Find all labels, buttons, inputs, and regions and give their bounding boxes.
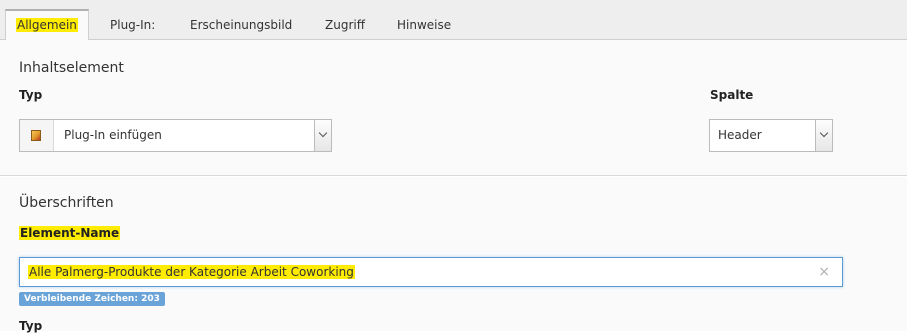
- element-name-label: Element-Name: [19, 226, 121, 240]
- section-ueberschriften: Überschriften Element-Name Alle Palmerg-…: [0, 177, 907, 333]
- spalte-label: Spalte: [710, 88, 754, 102]
- close-icon[interactable]: ×: [818, 264, 830, 280]
- element-name-label-text: Element-Name: [19, 226, 121, 240]
- typ-icon-box: [20, 120, 54, 151]
- section-inhaltselement: Inhaltselement Typ Spalte Plug-In einfüg…: [0, 40, 907, 176]
- tab-bar: Allgemein Plug-In: Erscheinungsbild Zugr…: [0, 0, 907, 41]
- typ-label: Typ: [19, 88, 43, 102]
- spalte-select[interactable]: Header: [709, 119, 833, 152]
- section-title: Überschriften: [19, 195, 114, 211]
- remaining-chars-badge: Verbleibende Zeichen: 203: [19, 292, 165, 306]
- section-title: Inhaltselement: [19, 60, 124, 76]
- tab-label: Plug-In:: [110, 18, 156, 32]
- typ-select[interactable]: Plug-In einfügen: [19, 119, 332, 152]
- element-name-value-text: Alle Palmerg-Produkte der Kategorie Arbe…: [28, 265, 355, 279]
- tab-label: Zugriff: [325, 18, 365, 32]
- tab-plug-in[interactable]: Plug-In:: [110, 10, 155, 40]
- tab-zugriff[interactable]: Zugriff: [325, 10, 365, 40]
- chevron-down-icon[interactable]: [815, 120, 832, 151]
- element-name-value: Alle Palmerg-Produkte der Kategorie Arbe…: [28, 265, 355, 279]
- element-name-input[interactable]: Alle Palmerg-Produkte der Kategorie Arbe…: [19, 257, 843, 287]
- typ-select-value: Plug-In einfügen: [64, 128, 162, 142]
- tab-hinweise[interactable]: Hinweise: [397, 10, 451, 40]
- cube-icon: [31, 130, 41, 141]
- tab-erscheinungsbild[interactable]: Erscheinungsbild: [190, 10, 292, 40]
- tab-label: Hinweise: [397, 18, 452, 32]
- tab-label: Allgemein: [16, 18, 78, 32]
- spalte-select-value: Header: [718, 128, 762, 142]
- chevron-down-icon[interactable]: [314, 120, 331, 151]
- tab-label: Erscheinungsbild: [190, 18, 293, 32]
- tab-allgemein[interactable]: Allgemein: [5, 9, 89, 41]
